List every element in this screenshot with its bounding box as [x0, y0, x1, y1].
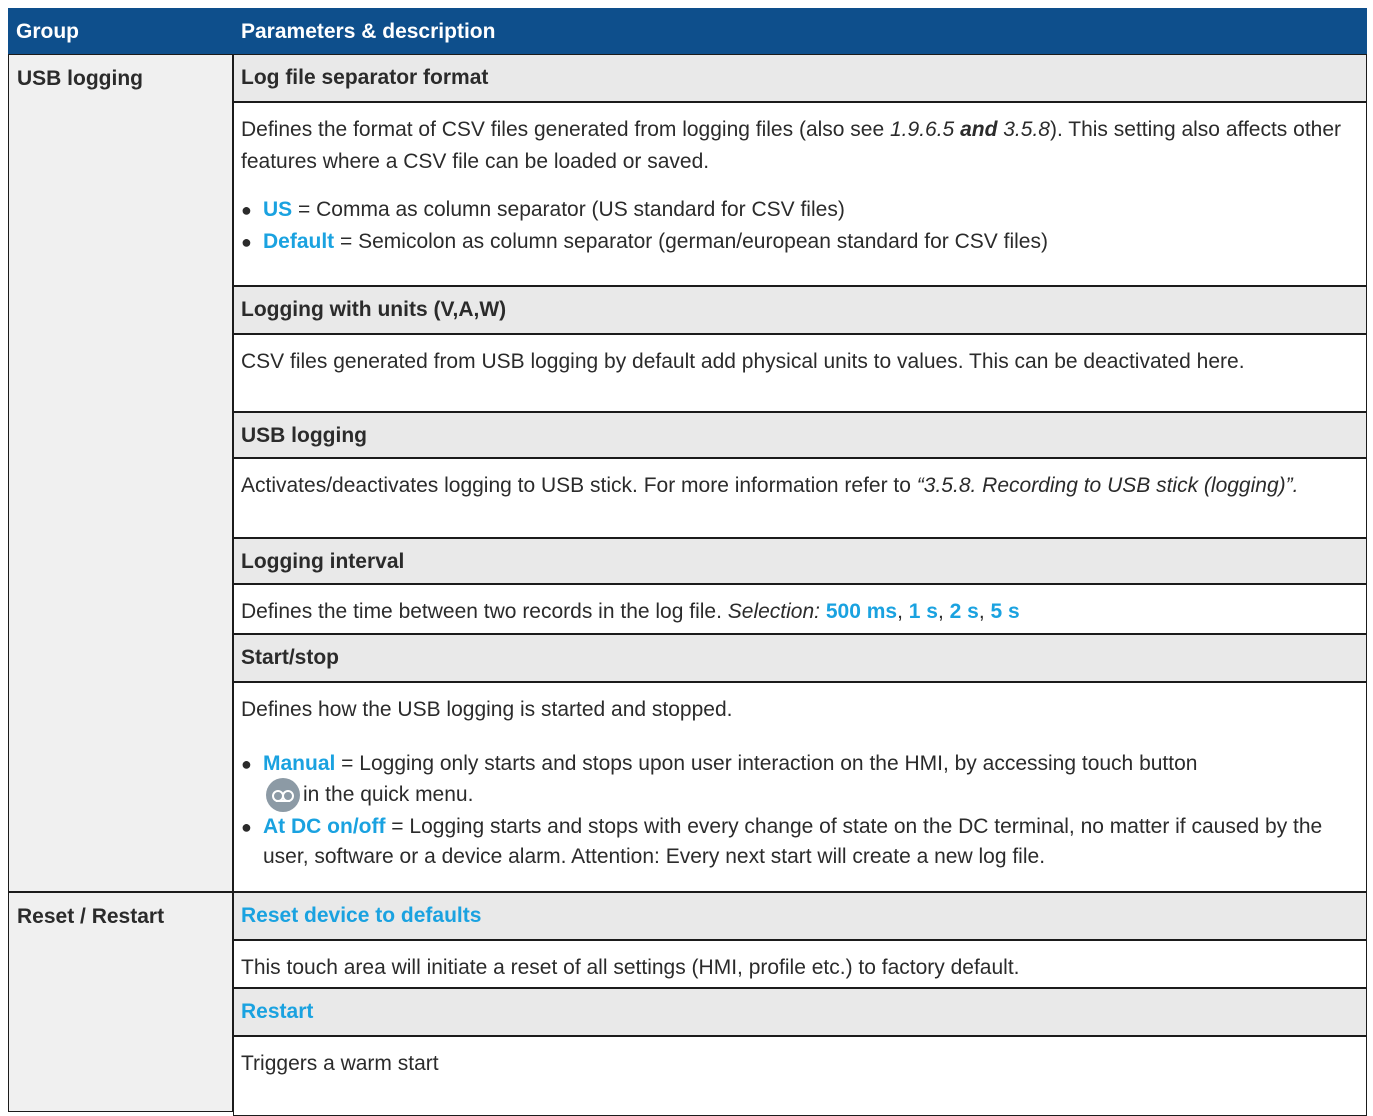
group-usb-logging: USB logging	[8, 54, 233, 892]
interval-desc: Defines the time between two records in …	[233, 584, 1367, 634]
units-title: Logging with units (V,A,W)	[233, 286, 1367, 334]
usb-logging-desc: Activates/deactivates logging to USB sti…	[233, 458, 1367, 538]
startstop-title: Start/stop	[233, 634, 1367, 682]
option-dc: ● At DC on/off = Logging starts and stops…	[241, 815, 1323, 869]
restart-desc: Triggers a warm start	[233, 1036, 1367, 1116]
sep-format-title: Log file separator format	[233, 54, 1367, 102]
option-manual: ● Manual = Logging only starts and stops …	[241, 752, 1198, 775]
sep-format-desc: Defines the format of CSV files generate…	[233, 102, 1367, 286]
header-group: Group	[16, 20, 79, 43]
usb-logging-title: USB logging	[233, 412, 1367, 458]
record-icon	[266, 778, 300, 813]
manual-continuation: in the quick menu.	[241, 778, 1356, 813]
header-params: Parameters & description	[241, 20, 496, 43]
table-header: Group Parameters & description	[8, 8, 1367, 54]
interval-title: Logging interval	[233, 538, 1367, 584]
group-reset-restart: Reset / Restart	[8, 892, 233, 1112]
reset-title: Reset device to defaults	[233, 892, 1367, 940]
reset-desc: This touch area will initiate a reset of…	[233, 940, 1367, 988]
option-default: ● Default = Semicolon as column separator…	[241, 230, 1048, 253]
restart-title: Restart	[233, 988, 1367, 1036]
units-desc: CSV files generated from USB logging by …	[233, 334, 1367, 412]
sep-format-text: Defines the format of CSV files generate…	[241, 118, 1342, 173]
startstop-desc: Defines how the USB logging is started a…	[233, 682, 1367, 892]
option-us: ● US = Comma as column separator (US stan…	[241, 198, 845, 221]
